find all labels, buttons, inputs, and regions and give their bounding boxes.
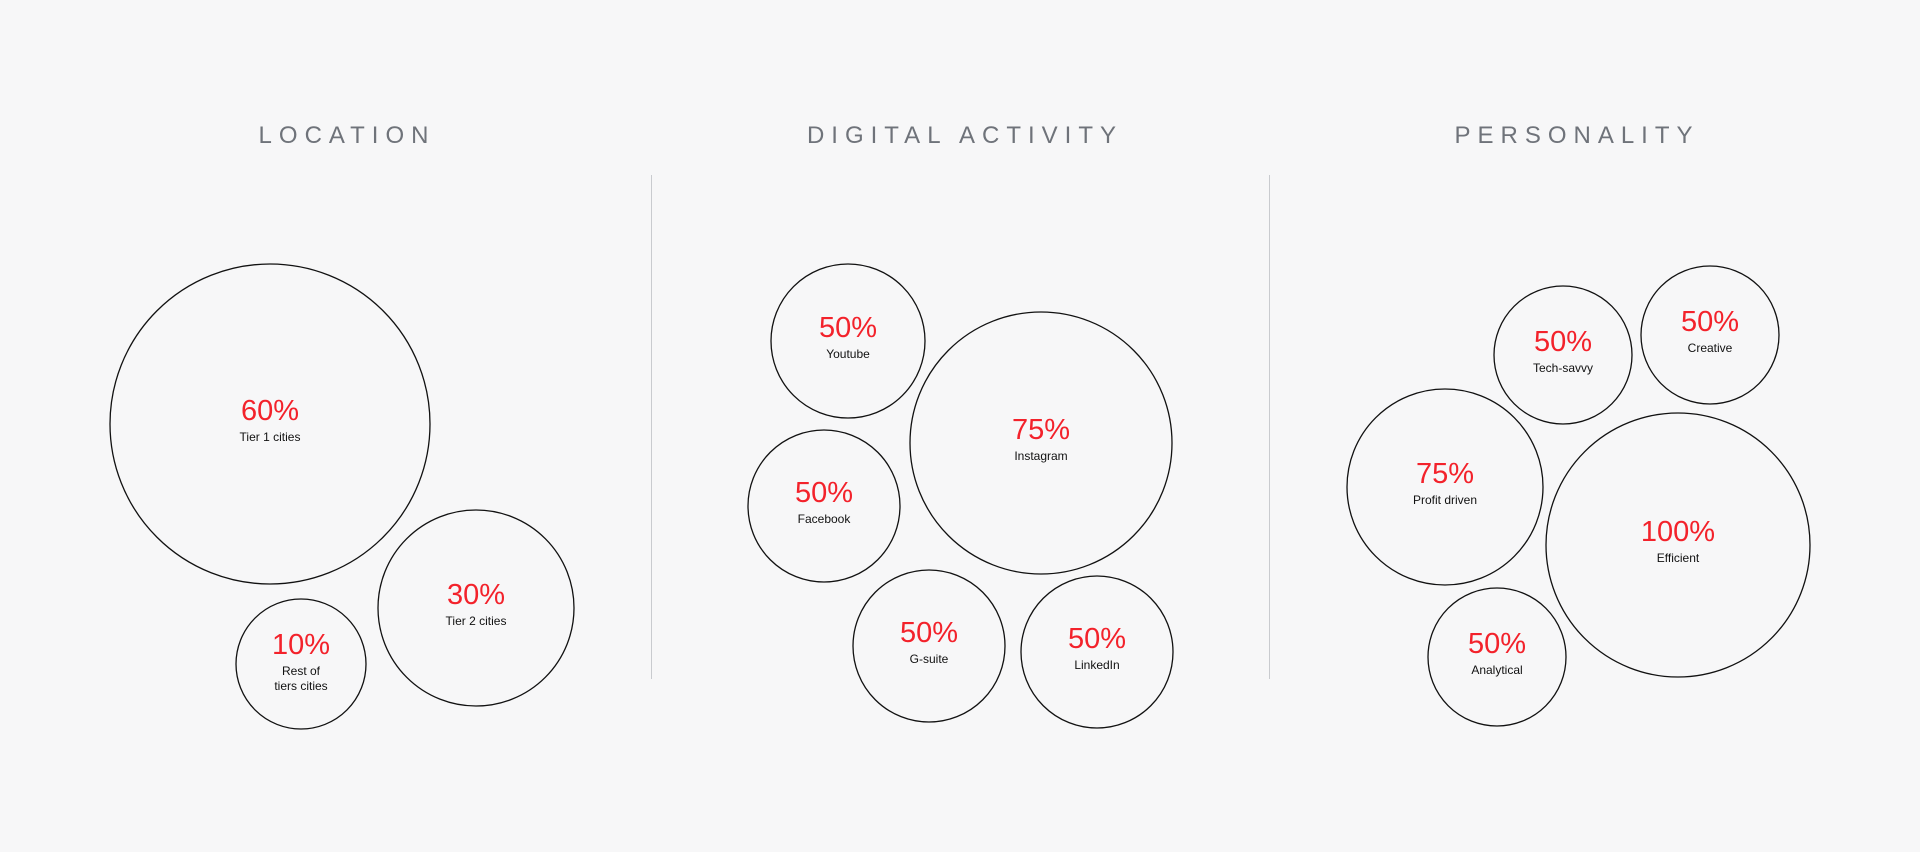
digital-activity-g-suite-label: G-suite xyxy=(910,652,949,666)
location-rest-of-tiers-cities-value: 10% xyxy=(272,629,330,661)
location-tier-1-cities-label: Tier 1 cities xyxy=(240,430,301,444)
personality-analytical-value: 50% xyxy=(1468,628,1526,660)
personality-tech-savvy-label: Tech-savvy xyxy=(1533,361,1593,375)
personality-efficient-label: Efficient xyxy=(1657,551,1700,565)
digital-activity-facebook-bubble: 50% Facebook xyxy=(747,429,901,583)
personality-chart: 50% Tech-savvy 50% Creative 75% Profit driven… xyxy=(1346,265,1811,727)
personality-profit-driven-value: 75% xyxy=(1416,458,1474,490)
location-rest-of-tiers-cities-label: Rest of tiers cities xyxy=(274,664,327,693)
personality-analytical-bubble: 50% Analytical xyxy=(1427,587,1567,727)
personality-tech-savvy-bubble: 50% Tech-savvy xyxy=(1493,285,1633,425)
digital-activity-facebook-value: 50% xyxy=(795,477,853,509)
digital-activity-chart: 50% Youtube 75% Instagram 50% Facebook 50% G-su… xyxy=(747,263,1174,729)
personality-creative-value: 50% xyxy=(1681,306,1739,338)
personality-profit-driven-label: Profit driven xyxy=(1413,493,1477,507)
digital-activity-instagram-label: Instagram xyxy=(1014,449,1067,463)
digital-activity-youtube-label: Youtube xyxy=(826,347,870,361)
location-tier-2-cities-label: Tier 2 cities xyxy=(446,614,507,628)
personality-tech-savvy-value: 50% xyxy=(1534,326,1592,358)
personality-creative-label: Creative xyxy=(1688,341,1733,355)
digital-activity-youtube-value: 50% xyxy=(819,312,877,344)
digital-activity-youtube-bubble: 50% Youtube xyxy=(770,263,926,419)
digital-activity-linkedin-value: 50% xyxy=(1068,623,1126,655)
location-tier-1-cities-bubble: 60% Tier 1 cities xyxy=(109,263,431,585)
digital-activity-instagram-bubble: 75% Instagram xyxy=(909,311,1173,575)
digital-activity-instagram-value: 75% xyxy=(1012,414,1070,446)
personality-creative-bubble: 50% Creative xyxy=(1640,265,1780,405)
personality-profit-driven-bubble: 75% Profit driven xyxy=(1346,388,1544,586)
digital-activity-linkedin-label: LinkedIn xyxy=(1074,658,1119,672)
bubble-charts: 60% Tier 1 cities 30% Tier 2 cities 10% Rest … xyxy=(109,263,1811,730)
digital-activity-linkedin-bubble: 50% LinkedIn xyxy=(1020,575,1174,729)
location-chart: 60% Tier 1 cities 30% Tier 2 cities 10% Rest … xyxy=(109,263,575,730)
personality-efficient-value: 100% xyxy=(1641,516,1715,548)
location-tier-1-cities-value: 60% xyxy=(241,395,299,427)
personality-efficient-bubble: 100% Efficient xyxy=(1545,412,1811,678)
location-tier-2-cities-bubble: 30% Tier 2 cities xyxy=(377,509,575,707)
digital-activity-facebook-label: Facebook xyxy=(798,512,852,526)
location-rest-of-tiers-cities-bubble: 10% Rest of tiers cities xyxy=(235,598,367,730)
personality-analytical-label: Analytical xyxy=(1471,663,1522,677)
digital-activity-g-suite-value: 50% xyxy=(900,617,958,649)
location-tier-2-cities-value: 30% xyxy=(447,579,505,611)
digital-activity-g-suite-bubble: 50% G-suite xyxy=(852,569,1006,723)
